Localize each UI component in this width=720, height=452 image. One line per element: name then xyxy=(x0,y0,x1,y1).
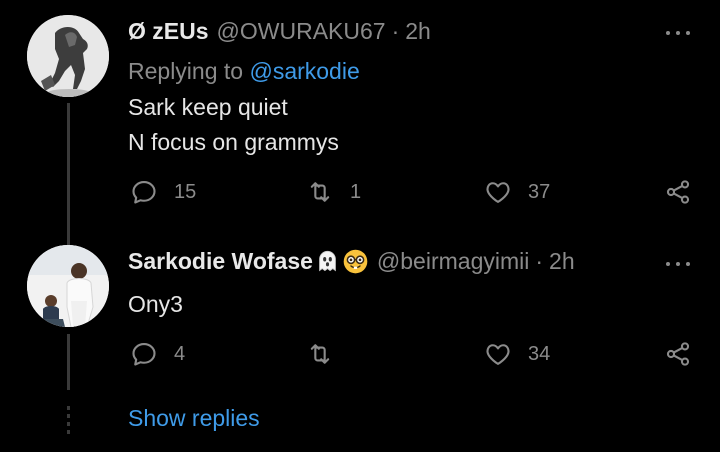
reply-button[interactable]: 15 xyxy=(130,177,196,207)
replying-to: Replying to @sarkodie xyxy=(128,58,360,85)
timestamp[interactable]: 2h xyxy=(405,18,431,45)
username[interactable]: @beirmagyimii xyxy=(377,248,529,275)
like-button[interactable]: 34 xyxy=(484,339,550,369)
retweet-button[interactable] xyxy=(306,339,350,369)
tweet-text-line: N focus on grammys xyxy=(128,129,339,155)
share-button[interactable] xyxy=(664,177,692,207)
separator: · xyxy=(535,248,544,274)
tweet[interactable]: Ø zEUs @OWURAKU67 · 2h Replying to @sark… xyxy=(0,0,720,253)
tweet-text: Sark keep quiet N focus on grammys xyxy=(128,90,339,160)
tweet-actions: 4 34 xyxy=(0,339,720,369)
tweet-text-line: Sark keep quiet xyxy=(128,94,288,120)
more-options-icon[interactable] xyxy=(666,259,690,269)
reply-count: 4 xyxy=(174,342,186,365)
share-button[interactable] xyxy=(664,339,692,369)
nerd-face-emoji-icon xyxy=(343,249,368,274)
tweet-text-line: Ony3 xyxy=(128,291,183,317)
reply-icon xyxy=(132,343,156,366)
more-options-icon[interactable] xyxy=(666,28,690,38)
heart-icon xyxy=(486,182,510,203)
tweet-header: Ø zEUs @OWURAKU67 · 2h xyxy=(128,18,431,45)
avatar-photo-image xyxy=(27,245,109,327)
reply-button[interactable]: 4 xyxy=(130,339,185,369)
share-icon xyxy=(666,342,690,366)
retweet-icon xyxy=(310,344,330,364)
retweet-button[interactable]: 1 xyxy=(306,177,361,207)
like-count: 34 xyxy=(528,342,551,365)
heart-icon xyxy=(486,344,510,365)
reply-icon xyxy=(132,181,156,204)
display-name[interactable]: Ø zEUs xyxy=(128,18,209,45)
retweet-icon xyxy=(310,182,330,202)
tweet-text: Ony3 xyxy=(128,287,183,322)
show-replies-link[interactable]: Show replies xyxy=(128,405,260,432)
reply-count: 15 xyxy=(174,180,197,203)
thread-continuation-dots xyxy=(67,406,70,436)
like-button[interactable]: 37 xyxy=(484,177,550,207)
username[interactable]: @OWURAKU67 xyxy=(217,18,386,45)
tweet-header: Sarkodie Wofase @beirmagyimii · 2h xyxy=(128,248,575,275)
ghost-emoji-icon xyxy=(319,251,336,272)
avatar[interactable] xyxy=(27,245,109,327)
tweet-actions: 15 1 37 xyxy=(0,177,720,207)
avatar[interactable] xyxy=(27,15,109,97)
replying-to-label: Replying to xyxy=(128,58,250,84)
retweet-count: 1 xyxy=(350,180,362,203)
like-count: 37 xyxy=(528,180,551,203)
share-icon xyxy=(666,180,690,204)
avatar-statue-image xyxy=(27,15,109,97)
display-name[interactable]: Sarkodie Wofase xyxy=(128,248,313,275)
mention-link[interactable]: @sarkodie xyxy=(249,58,359,84)
separator: · xyxy=(391,18,400,44)
timestamp[interactable]: 2h xyxy=(549,248,575,275)
tweet[interactable]: Sarkodie Wofase @beirmagyimii · 2h Ony3 xyxy=(0,230,720,390)
